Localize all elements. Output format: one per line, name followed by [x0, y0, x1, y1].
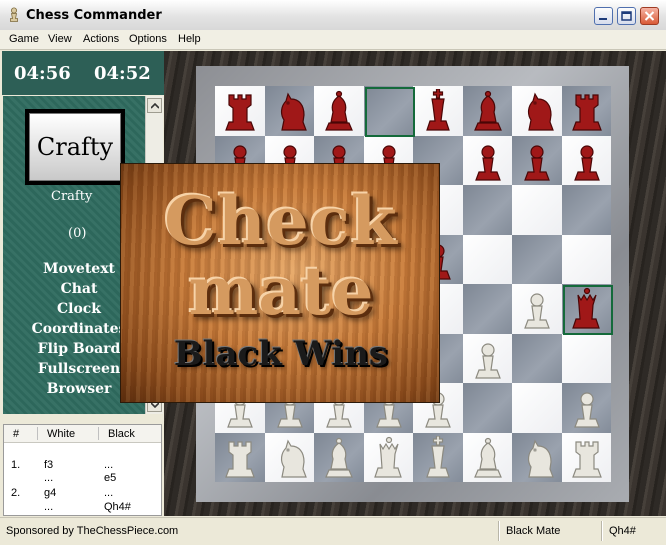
- black-rook-icon[interactable]: [220, 89, 260, 133]
- status-divider: [601, 521, 603, 541]
- square-g5[interactable]: [512, 234, 562, 284]
- move-black[interactable]: ...: [104, 487, 113, 499]
- move-white[interactable]: ...: [44, 472, 53, 484]
- black-pawn-icon[interactable]: [517, 139, 557, 183]
- move-list-header: # White Black: [4, 425, 161, 443]
- move-black[interactable]: e5: [104, 472, 116, 484]
- black-clock: 04:52: [94, 63, 151, 84]
- status-last-move: Qh4#: [609, 525, 636, 537]
- header-divider: [37, 427, 38, 440]
- chevron-up-icon: [151, 103, 159, 109]
- white-rook-icon[interactable]: [567, 436, 607, 480]
- square-h5[interactable]: [561, 234, 611, 284]
- square-f2[interactable]: [462, 383, 512, 433]
- white-knight-icon[interactable]: [270, 436, 310, 480]
- black-rook-icon[interactable]: [567, 89, 607, 133]
- move-number: 1.: [11, 459, 21, 471]
- black-knight-icon[interactable]: [270, 89, 310, 133]
- square-h6[interactable]: [561, 185, 611, 235]
- overlay-check-text: Check: [164, 182, 398, 260]
- move-black[interactable]: Qh4#: [104, 501, 131, 513]
- white-queen-icon[interactable]: [369, 436, 409, 480]
- menu-options[interactable]: Options: [129, 33, 167, 45]
- move-black[interactable]: ...: [104, 459, 113, 471]
- app-window: Chess Commander Game View Actions Option…: [0, 0, 666, 545]
- header-divider: [98, 427, 99, 440]
- square-f4[interactable]: [462, 284, 512, 334]
- minimize-button[interactable]: [594, 7, 613, 25]
- black-bishop-icon[interactable]: [468, 89, 508, 133]
- white-bishop-icon[interactable]: [319, 436, 359, 480]
- menu-bar: Game View Actions Options Help: [0, 30, 666, 50]
- player-rating: (0): [68, 226, 87, 241]
- square-f5[interactable]: [462, 234, 512, 284]
- highlight-d8: [364, 87, 415, 137]
- player-name: Crafty: [51, 189, 93, 204]
- white-pawn-icon[interactable]: [468, 337, 508, 381]
- scroll-up-button[interactable]: [147, 98, 162, 113]
- status-divider: [498, 521, 500, 541]
- black-knight-icon[interactable]: [517, 89, 557, 133]
- black-bishop-icon[interactable]: [319, 89, 359, 133]
- black-queen-icon[interactable]: [567, 287, 607, 331]
- header-black[interactable]: Black: [108, 428, 135, 440]
- window-title: Chess Commander: [26, 8, 162, 23]
- menu-view[interactable]: View: [48, 33, 72, 45]
- white-rook-icon[interactable]: [220, 436, 260, 480]
- overlay-result-text: Black Wins: [173, 334, 389, 374]
- status-sponsor: Sponsored by TheChessPiece.com: [6, 525, 179, 537]
- clock-bar: 04:56 04:52: [2, 51, 164, 95]
- status-result: Black Mate: [506, 525, 561, 537]
- square-g2[interactable]: [512, 383, 562, 433]
- overlay-mate-text: mate: [188, 252, 374, 330]
- checkmate-overlay[interactable]: Check mate Black Wins: [120, 163, 440, 403]
- status-bar: Sponsored by TheChessPiece.com Black Mat…: [0, 517, 666, 545]
- white-pawn-icon[interactable]: [567, 386, 607, 430]
- move-number: 2.: [11, 487, 21, 499]
- menu-help[interactable]: Help: [178, 33, 201, 45]
- maximize-icon: [621, 11, 632, 21]
- white-pawn-icon[interactable]: [517, 287, 557, 331]
- white-clock: 04:56: [14, 63, 71, 84]
- maximize-button[interactable]: [617, 7, 636, 25]
- menu-game[interactable]: Game: [9, 33, 39, 45]
- player-card-label: Crafty: [29, 113, 121, 181]
- header-number[interactable]: #: [13, 428, 19, 440]
- square-g3[interactable]: [512, 333, 562, 383]
- minimize-icon: [599, 18, 607, 20]
- white-bishop-icon[interactable]: [468, 436, 508, 480]
- square-f6[interactable]: [462, 185, 512, 235]
- square-g6[interactable]: [512, 185, 562, 235]
- pawn-app-icon: [10, 7, 18, 22]
- move-list[interactable]: # White Black 1. f3 ... ... e5 2. g4 ...…: [3, 424, 162, 516]
- white-king-icon[interactable]: [418, 435, 458, 480]
- square-h3[interactable]: [561, 333, 611, 383]
- move-white[interactable]: g4: [44, 487, 56, 499]
- menu-actions[interactable]: Actions: [83, 33, 119, 45]
- white-knight-icon[interactable]: [517, 436, 557, 480]
- close-icon: [644, 11, 655, 21]
- move-white[interactable]: ...: [44, 501, 53, 513]
- header-white[interactable]: White: [47, 428, 75, 440]
- title-bar[interactable]: Chess Commander: [0, 0, 666, 31]
- black-king-icon[interactable]: [418, 89, 458, 133]
- move-white[interactable]: f3: [44, 459, 53, 471]
- black-pawn-icon[interactable]: [567, 139, 607, 183]
- close-button[interactable]: [640, 7, 659, 25]
- player-card[interactable]: Crafty: [25, 109, 125, 185]
- black-pawn-icon[interactable]: [468, 139, 508, 183]
